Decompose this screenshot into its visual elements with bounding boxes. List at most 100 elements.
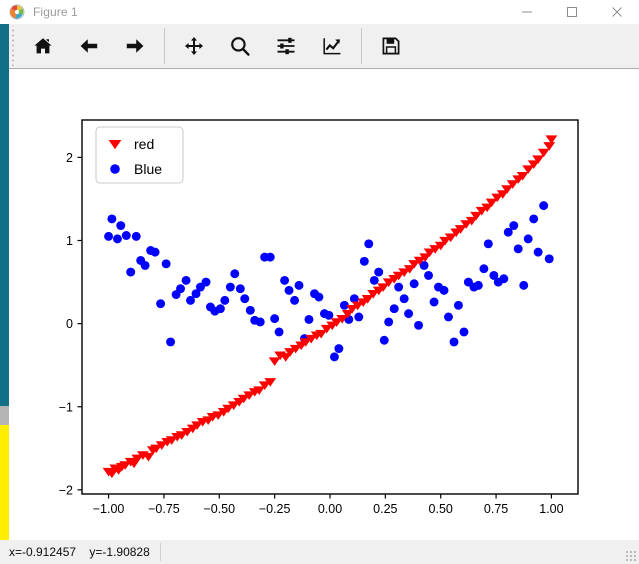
marker-circle — [539, 201, 549, 211]
back-button[interactable] — [71, 28, 107, 64]
x-tick-label: 1.00 — [539, 502, 563, 516]
marker-circle — [513, 244, 523, 254]
marker-circle — [429, 297, 439, 307]
matplotlib-icon — [9, 4, 25, 20]
marker-circle — [449, 337, 459, 347]
marker-circle — [166, 337, 176, 347]
close-button[interactable] — [594, 0, 639, 24]
x-tick-label: 0.25 — [373, 502, 397, 516]
marker-circle — [284, 285, 294, 295]
toolbar-separator-2 — [361, 28, 362, 64]
marker-circle — [544, 254, 554, 264]
cursor-coordinates: x=-0.912457 y=-1.90828 — [9, 545, 150, 559]
marker-circle — [290, 295, 300, 305]
status-divider — [159, 543, 161, 561]
home-button[interactable] — [25, 28, 61, 64]
marker-circle — [265, 252, 275, 262]
minimize-button[interactable] — [504, 0, 549, 24]
legend-label: red — [134, 136, 154, 152]
marker-circle — [294, 280, 304, 290]
x-tick-label: −0.25 — [259, 502, 291, 516]
save-button[interactable] — [373, 28, 409, 64]
left-accent-strip-yellow — [0, 425, 9, 540]
x-tick-label: −0.50 — [203, 502, 235, 516]
marker-circle — [329, 352, 339, 362]
window-title: Figure 1 — [33, 5, 78, 19]
marker-circle — [414, 320, 424, 330]
marker-circle — [280, 275, 290, 285]
left-accent-strip-gray — [0, 406, 9, 425]
left-accent-strip-teal — [0, 24, 9, 406]
y-tick-label: −2 — [59, 483, 73, 497]
x-tick-label: −1.00 — [93, 502, 125, 516]
toolbar-separator — [164, 28, 165, 64]
marker-circle — [121, 231, 131, 240]
status-bar: x=-0.912457 y=-1.90828 — [0, 540, 639, 564]
marker-circle — [374, 267, 384, 277]
marker-circle — [409, 279, 419, 289]
marker-circle — [245, 305, 255, 315]
marker-circle — [509, 221, 519, 231]
marker-circle — [107, 214, 117, 224]
marker-circle — [201, 277, 211, 287]
marker-circle — [384, 317, 394, 327]
pan-button[interactable] — [176, 28, 212, 64]
marker-circle — [220, 295, 230, 305]
maximize-button[interactable] — [549, 0, 594, 24]
y-tick-label: 0 — [66, 317, 73, 331]
marker-circle — [459, 327, 469, 337]
marker-circle — [483, 239, 493, 249]
marker-circle — [255, 317, 265, 327]
marker-circle — [110, 164, 120, 174]
marker-circle — [533, 247, 543, 257]
scatter-plot[interactable]: −1.00 −0.75 −0.50 −0.25 0.00 0.25 0.50 0.75 1.00… — [9, 70, 639, 540]
marker-circle — [364, 239, 374, 249]
marker-circle — [116, 221, 126, 231]
figure-canvas[interactable]: −1.00 −0.75 −0.50 −0.25 0.00 0.25 0.50 0.75 1.00… — [9, 70, 639, 540]
marker-circle — [499, 274, 509, 284]
marker-circle — [399, 294, 409, 304]
legend-label: Blue — [134, 161, 162, 177]
marker-circle — [394, 282, 404, 292]
customize-button[interactable] — [314, 28, 350, 64]
marker-circle — [379, 335, 389, 345]
marker-circle — [161, 259, 171, 269]
marker-circle — [230, 269, 240, 279]
y-tick-label: 1 — [66, 234, 73, 248]
marker-circle — [439, 285, 449, 295]
marker-circle — [404, 309, 414, 319]
marker-circle — [112, 234, 122, 244]
x-tick-label: −0.75 — [148, 502, 180, 516]
title-bar: Figure 1 — [0, 0, 639, 24]
subplots-button[interactable] — [268, 28, 304, 64]
toolbar-drag-handle[interactable] — [10, 26, 18, 66]
zoom-button[interactable] — [222, 28, 258, 64]
marker-circle — [359, 256, 369, 266]
marker-circle — [334, 344, 344, 354]
resize-grip[interactable] — [625, 550, 637, 562]
marker-circle — [453, 300, 463, 310]
marker-circle — [131, 231, 141, 241]
marker-circle — [156, 299, 166, 309]
x-tick-label: 0.75 — [484, 502, 508, 516]
marker-circle — [389, 304, 399, 314]
marker-circle — [176, 284, 185, 294]
marker-circle — [270, 314, 280, 324]
y-tick-label: 2 — [66, 151, 73, 165]
marker-circle — [354, 312, 364, 322]
y-tick-label: −1 — [59, 400, 73, 414]
marker-circle — [314, 292, 324, 302]
forward-button[interactable] — [117, 28, 153, 64]
marker-circle — [235, 284, 245, 294]
x-tick-label: 0.50 — [429, 502, 453, 516]
marker-circle — [181, 275, 191, 285]
marker-circle — [126, 267, 136, 277]
marker-circle — [424, 270, 433, 280]
marker-circle — [529, 214, 539, 224]
x-tick-label: 0.00 — [318, 502, 342, 516]
marker-circle — [444, 312, 453, 322]
marker-circle — [473, 280, 483, 290]
marker-circle — [240, 294, 250, 304]
marker-circle — [523, 234, 533, 244]
marker-circle — [140, 260, 150, 270]
